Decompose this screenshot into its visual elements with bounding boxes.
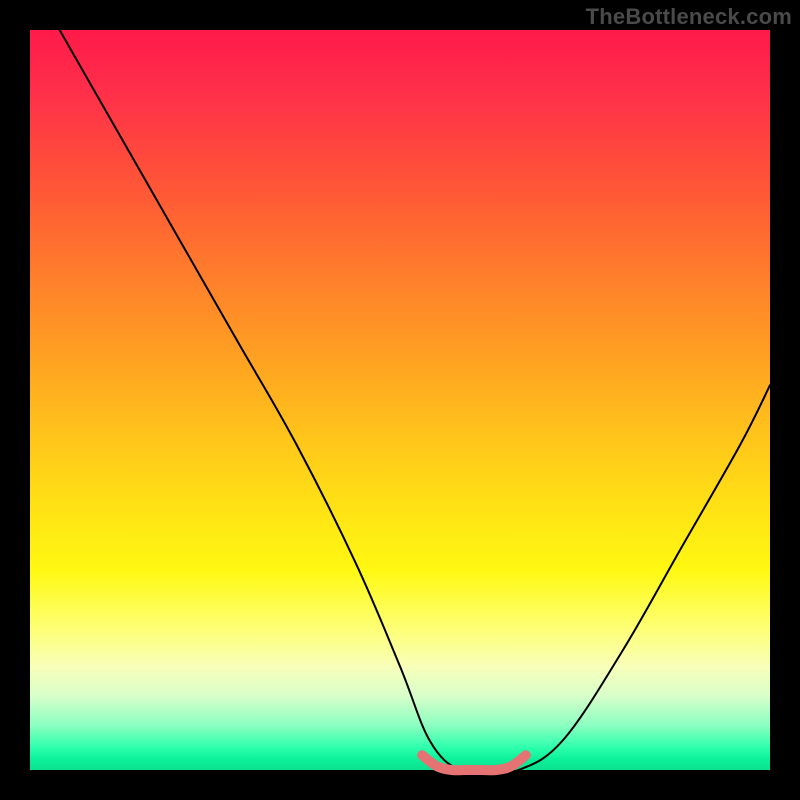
chart-container: TheBottleneck.com xyxy=(0,0,800,800)
watermark-text: TheBottleneck.com xyxy=(586,4,792,30)
bottleneck-curve xyxy=(60,30,770,772)
plot-area xyxy=(30,30,770,770)
chart-svg xyxy=(30,30,770,770)
optimal-range-marker xyxy=(422,755,526,770)
